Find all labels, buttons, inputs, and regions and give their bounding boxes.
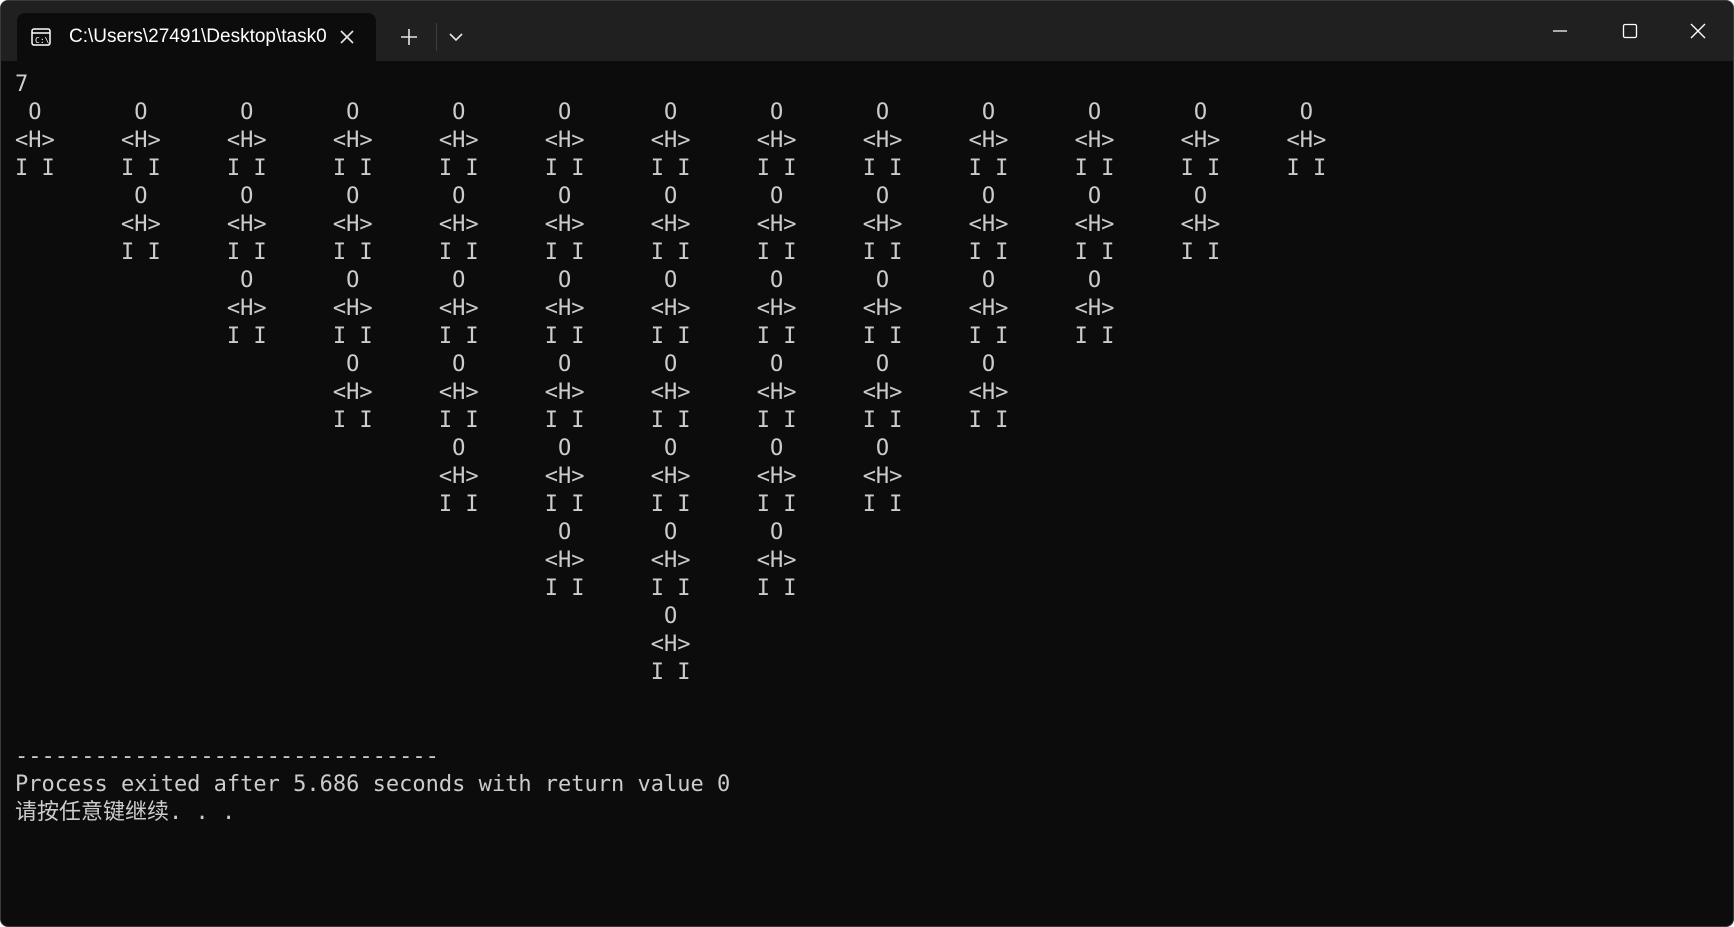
- close-window-button[interactable]: [1663, 1, 1733, 61]
- title-bar: C:\ C:\Users\27491\Desktop\task0: [1, 1, 1733, 61]
- chevron-down-icon: [449, 33, 463, 42]
- close-icon: [1690, 23, 1706, 39]
- close-tab-button[interactable]: [335, 25, 359, 49]
- console-icon: C:\: [31, 28, 51, 46]
- terminal-tab[interactable]: C:\ C:\Users\27491\Desktop\task0: [17, 13, 376, 61]
- tab-divider: [436, 23, 437, 51]
- terminal-window: C:\ C:\Users\27491\Desktop\task0 7 O O O…: [0, 0, 1734, 927]
- plus-icon: [401, 29, 417, 45]
- minimize-button[interactable]: [1525, 1, 1595, 61]
- maximize-button[interactable]: [1595, 1, 1665, 61]
- close-icon: [340, 30, 354, 44]
- svg-text:C:\: C:\: [35, 36, 50, 45]
- tab-dropdown-button[interactable]: [441, 21, 471, 53]
- minimize-icon: [1553, 30, 1567, 32]
- console-output[interactable]: 7 O O O O O O O O O O O O O <H> <H> <H> …: [15, 71, 1715, 911]
- tab-title: C:\Users\27491\Desktop\task0: [69, 26, 327, 47]
- new-tab-button[interactable]: [393, 21, 425, 53]
- maximize-icon: [1622, 23, 1638, 39]
